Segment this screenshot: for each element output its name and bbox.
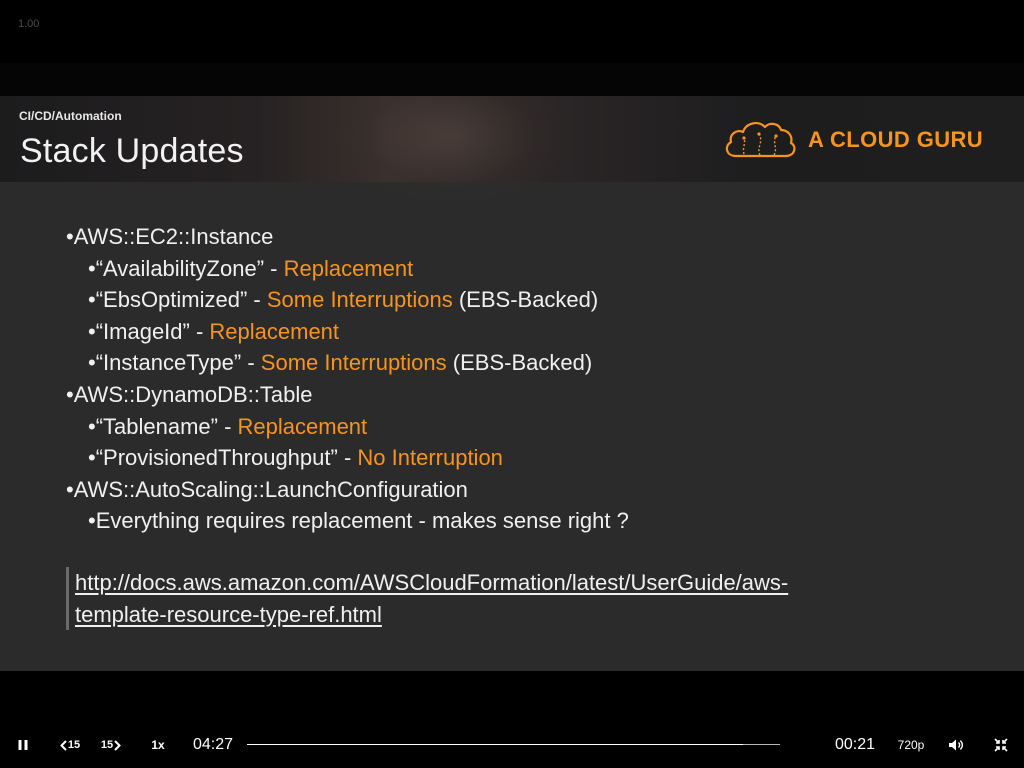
bullet-accent-text: Replacement <box>209 318 340 344</box>
bullet-text: •“EbsOptimized” - <box>88 287 267 313</box>
bullet-text: •“AvailabilityZone” - <box>88 255 284 281</box>
volume-button[interactable] <box>945 734 967 756</box>
pause-button[interactable] <box>12 734 34 756</box>
sub-bullet-item: •“ProvisionedThroughput” - No Interrupti… <box>66 442 966 474</box>
bullet-accent-text: Some Interruptions <box>266 287 453 313</box>
bullet-text: •Everything requires replacement - makes… <box>88 508 629 534</box>
chevron-right-icon <box>114 739 122 751</box>
rewind-15-button[interactable]: 15 <box>56 734 84 756</box>
current-time: 04:27 <box>193 736 234 753</box>
rewind-15-label: 15 <box>67 739 81 751</box>
volume-icon <box>949 739 964 751</box>
bullet-text: •AWS::EC2::Instance <box>66 224 274 249</box>
brand-logo: A CLOUD GURU <box>722 118 983 162</box>
bullet-accent-text: Some Interruptions <box>260 350 447 376</box>
cloud-logo-icon <box>725 122 796 158</box>
playback-rate-button[interactable]: 1x <box>144 734 172 756</box>
progress-fill <box>247 744 743 745</box>
bullet-list: •AWS::EC2::Instance•“AvailabilityZone” -… <box>66 221 966 537</box>
bullet-text: •AWS::DynamoDB::Table <box>66 381 313 407</box>
sub-bullet-item: •“AvailabilityZone” - Replacement <box>66 253 966 285</box>
reference-link-line-2[interactable]: template-resource-type-ref.html <box>75 599 955 631</box>
remaining-time: 00:21 <box>835 736 876 753</box>
slide-frame: CI/CD/Automation Stack Updates A CLOUD G… <box>0 96 1024 671</box>
chevron-left-icon <box>59 739 67 751</box>
bullet-text: •“ImageId” - <box>88 318 210 344</box>
bullet-text: •“ProvisionedThroughput” - <box>88 445 358 471</box>
reference-link-line-1[interactable]: http://docs.aws.amazon.com/AWSCloudForma… <box>75 567 955 599</box>
progress-bar[interactable] <box>247 744 780 745</box>
bullet-text: •“Tablename” - <box>88 413 238 439</box>
bullet-item: •AWS::EC2::Instance <box>66 221 966 253</box>
bullet-text: •AWS::AutoScaling::LaunchConfiguration <box>66 476 468 502</box>
sub-bullet-item: •“Tablename” - Replacement <box>66 411 966 443</box>
playback-speed-readout: 1.00 <box>18 18 40 30</box>
video-player: 1.00 CI/CD/Automation Stack Updates A CL… <box>0 0 1024 768</box>
forward-15-label: 15 <box>100 739 114 751</box>
sub-bullet-item: •“EbsOptimized” - Some Interruptions (EB… <box>66 284 966 316</box>
header-background-presenter <box>330 96 570 206</box>
sub-bullet-item: •“InstanceType” - Some Interruptions (EB… <box>66 347 966 379</box>
slide-header: CI/CD/Automation Stack Updates A CLOUD G… <box>0 96 1024 206</box>
exit-fullscreen-icon <box>994 738 1008 752</box>
bullet-text: (EBS-Backed) <box>446 350 593 376</box>
pause-icon <box>18 740 28 750</box>
slide-title: Stack Updates <box>20 132 244 170</box>
sub-bullet-item: •Everything requires replacement - makes… <box>66 505 966 537</box>
letterbox-top <box>0 63 1024 97</box>
reference-link[interactable]: http://docs.aws.amazon.com/AWSCloudForma… <box>66 567 955 631</box>
exit-fullscreen-button[interactable] <box>990 734 1012 756</box>
bullet-text: •“InstanceType” - <box>88 350 261 376</box>
quality-selector[interactable]: 720p <box>893 734 929 756</box>
bullet-accent-text: No Interruption <box>357 445 503 471</box>
sub-bullet-item: •“ImageId” - Replacement <box>66 316 966 348</box>
section-label: CI/CD/Automation <box>19 109 122 123</box>
bullet-text: (EBS-Backed) <box>452 287 599 313</box>
reference-link-anchor[interactable]: http://docs.aws.amazon.com/AWSCloudForma… <box>75 567 955 630</box>
bullet-item: •AWS::AutoScaling::LaunchConfiguration <box>66 474 966 506</box>
bullet-accent-text: Replacement <box>237 413 368 439</box>
bullet-item: •AWS::DynamoDB::Table <box>66 379 966 411</box>
bullet-accent-text: Replacement <box>283 255 414 281</box>
forward-15-button[interactable]: 15 <box>97 734 125 756</box>
brand-name: A CLOUD GURU <box>808 127 984 152</box>
